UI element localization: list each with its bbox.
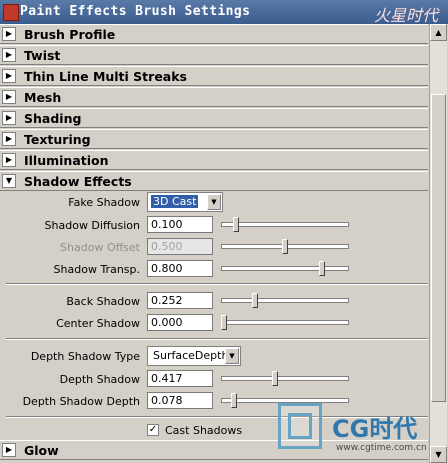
shadow-transp-slider-track[interactable] — [221, 266, 349, 271]
depth-shadow-depth-slider-handle[interactable] — [230, 393, 237, 408]
scrollbar-thumb[interactable] — [431, 94, 446, 402]
shadow-diffusion-slider-handle[interactable] — [233, 217, 240, 232]
chevron-down-icon[interactable]: ▼ — [207, 194, 221, 210]
frame-label: Glow — [24, 443, 59, 458]
shadow-offset-slider-handle — [282, 239, 288, 254]
cgtime-brand: CG时代 — [332, 415, 418, 443]
frame-label: Twist — [24, 48, 61, 63]
cgtime-logo-inner — [288, 413, 312, 439]
cast-shadows-checkbox[interactable]: ✓ — [147, 424, 159, 436]
depth-shadow-label: Depth Shadow — [59, 373, 140, 386]
maya-app-icon — [3, 4, 19, 21]
back-shadow-slider-handle[interactable] — [251, 293, 258, 308]
expand-arrow-icon[interactable]: ▶ — [2, 27, 16, 41]
depth-shadow-depth-field[interactable]: 0.078 — [147, 392, 213, 409]
frame-mesh[interactable]: ▶ Mesh — [0, 87, 428, 107]
window-title: Paint Effects Brush Settings — [20, 4, 251, 19]
shadow-transp-label: Shadow Transp. — [53, 263, 140, 276]
section-divider — [6, 283, 428, 285]
depth-shadow-depth-label: Depth Shadow Depth — [22, 395, 140, 408]
fake-shadow-dropdown[interactable]: 3D Cast ▼ — [147, 192, 223, 212]
frame-label: Brush Profile — [24, 27, 116, 42]
collapse-arrow-icon[interactable]: ▼ — [2, 174, 16, 188]
frame-label: Mesh — [24, 90, 62, 105]
expand-arrow-icon[interactable]: ▶ — [2, 90, 16, 104]
expand-arrow-icon[interactable]: ▶ — [2, 69, 16, 83]
depth-shadow-slider-handle[interactable] — [271, 371, 278, 386]
frame-thin-line-multi-streaks[interactable]: ▶ Thin Line Multi Streaks — [0, 66, 428, 86]
scroll-down-arrow-icon[interactable]: ▼ — [430, 446, 447, 463]
frame-label: Shading — [24, 111, 82, 126]
shadow-transp-slider-handle[interactable] — [318, 261, 325, 276]
expand-arrow-icon[interactable]: ▶ — [2, 153, 16, 167]
frame-label: Texturing — [24, 132, 91, 147]
shadow-diffusion-slider-track[interactable] — [221, 222, 349, 227]
shadow-diffusion-label: Shadow Diffusion — [44, 219, 140, 232]
title-bar: Paint Effects Brush Settings 火星时代 — [0, 0, 448, 25]
frame-texturing[interactable]: ▶ Texturing — [0, 129, 428, 149]
frame-twist[interactable]: ▶ Twist — [0, 45, 428, 65]
frame-label: Shadow Effects — [24, 174, 132, 189]
shadow-offset-label: Shadow Offset — [60, 241, 140, 254]
fake-shadow-label: Fake Shadow — [68, 196, 140, 209]
cgtime-url: www.cgtime.com.cn — [336, 443, 427, 453]
scroll-up-arrow-icon[interactable]: ▲ — [430, 24, 447, 41]
cgtime-watermark: CG时代 www.cgtime.com.cn — [278, 403, 428, 463]
center-shadow-label: Center Shadow — [56, 317, 140, 330]
expand-arrow-icon[interactable]: ▶ — [2, 48, 16, 62]
frame-label: Illumination — [24, 153, 109, 168]
chevron-down-icon[interactable]: ▼ — [225, 348, 239, 364]
frame-shading[interactable]: ▶ Shading — [0, 108, 428, 128]
shadow-transp-field[interactable]: 0.800 — [147, 260, 213, 277]
expand-arrow-icon[interactable]: ▶ — [2, 443, 16, 457]
center-shadow-slider-track[interactable] — [221, 320, 349, 325]
depth-shadow-field[interactable]: 0.417 — [147, 370, 213, 387]
frame-label: Thin Line Multi Streaks — [24, 69, 187, 84]
watermark-logo: 火星时代 — [373, 6, 438, 25]
vertical-scrollbar[interactable]: ▲ ▼ — [429, 24, 447, 463]
center-shadow-slider-handle[interactable] — [221, 315, 227, 330]
back-shadow-label: Back Shadow — [66, 295, 140, 308]
depth-shadow-type-dropdown[interactable]: SurfaceDepth ▼ — [147, 346, 241, 366]
shadow-diffusion-field[interactable]: 0.100 — [147, 216, 213, 233]
back-shadow-slider-track[interactable] — [221, 298, 349, 303]
back-shadow-field[interactable]: 0.252 — [147, 292, 213, 309]
shadow-offset-field: 0.500 — [147, 238, 213, 255]
dropdown-value: 3D Cast — [151, 195, 199, 208]
expand-arrow-icon[interactable]: ▶ — [2, 132, 16, 146]
depth-shadow-type-label: Depth Shadow Type — [30, 350, 140, 363]
frame-illumination[interactable]: ▶ Illumination — [0, 150, 428, 170]
expand-arrow-icon[interactable]: ▶ — [2, 111, 16, 125]
dropdown-value: SurfaceDepth — [153, 349, 229, 362]
frame-shadow-effects[interactable]: ▼ Shadow Effects — [0, 171, 428, 191]
frame-brush-profile[interactable]: ▶ Brush Profile — [0, 24, 428, 44]
center-shadow-field[interactable]: 0.000 — [147, 314, 213, 331]
section-divider — [6, 338, 428, 340]
cast-shadows-label: Cast Shadows — [165, 424, 243, 437]
depth-shadow-slider-track[interactable] — [221, 376, 349, 381]
